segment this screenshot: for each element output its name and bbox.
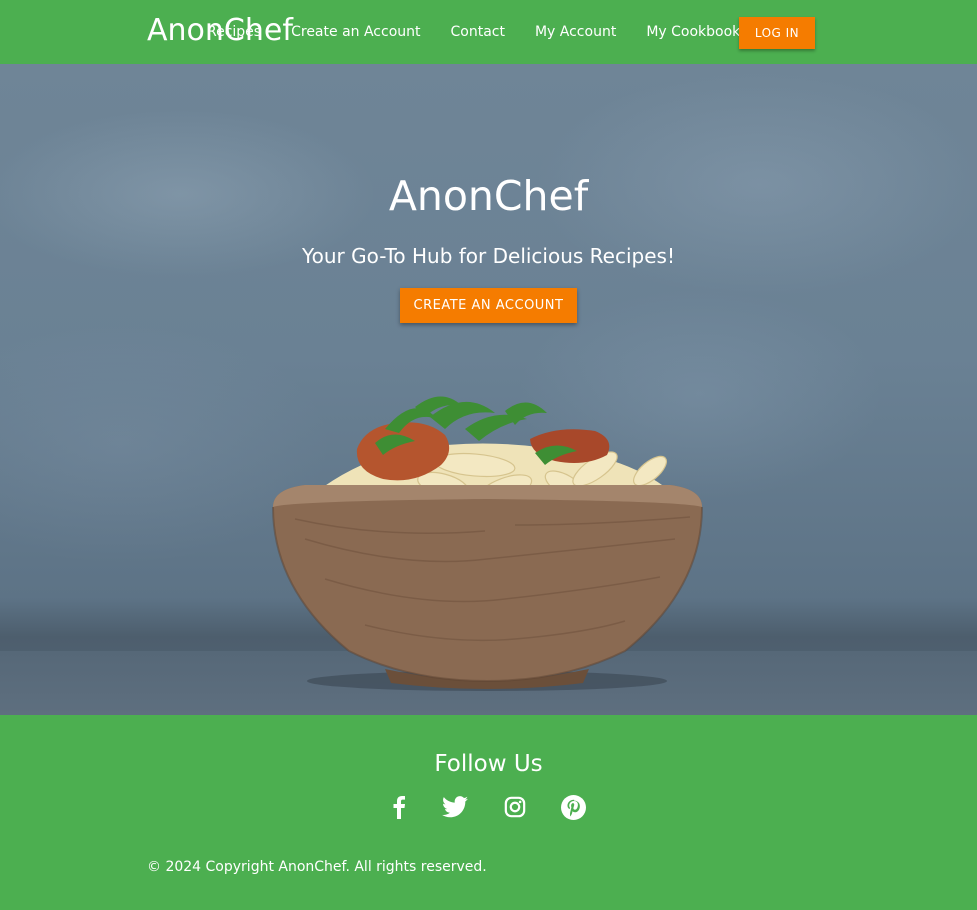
pasta-bowl-image [272, 396, 703, 691]
footer: Follow Us © 2024 Copyright AnonChef. All… [0, 715, 977, 910]
nav-link-recipes[interactable]: Recipes [207, 24, 261, 40]
create-account-button[interactable]: CREATE AN ACCOUNT [400, 288, 577, 323]
twitter-icon[interactable] [441, 793, 469, 821]
follow-us-title: Follow Us [434, 751, 543, 777]
login-button[interactable]: LOG IN [739, 17, 815, 49]
nav-link-my-account[interactable]: My Account [535, 24, 616, 40]
nav-links: Recipes Create an Account Contact My Acc… [207, 0, 740, 64]
hero-title: AnonChef [388, 172, 589, 220]
nav-link-contact[interactable]: Contact [451, 24, 505, 40]
nav-link-my-cookbook[interactable]: My Cookbook [646, 24, 740, 40]
facebook-icon[interactable] [385, 793, 413, 821]
copyright-text: © 2024 Copyright AnonChef. All rights re… [147, 859, 487, 875]
navbar: AnonChef Recipes Create an Account Conta… [0, 0, 977, 64]
nav-link-create-account[interactable]: Create an Account [291, 24, 420, 40]
pinterest-icon[interactable] [559, 793, 587, 821]
hero-section: AnonChef Your Go-To Hub for Delicious Re… [0, 64, 977, 715]
instagram-icon[interactable] [501, 793, 529, 821]
hero-subtitle: Your Go-To Hub for Delicious Recipes! [302, 244, 675, 268]
